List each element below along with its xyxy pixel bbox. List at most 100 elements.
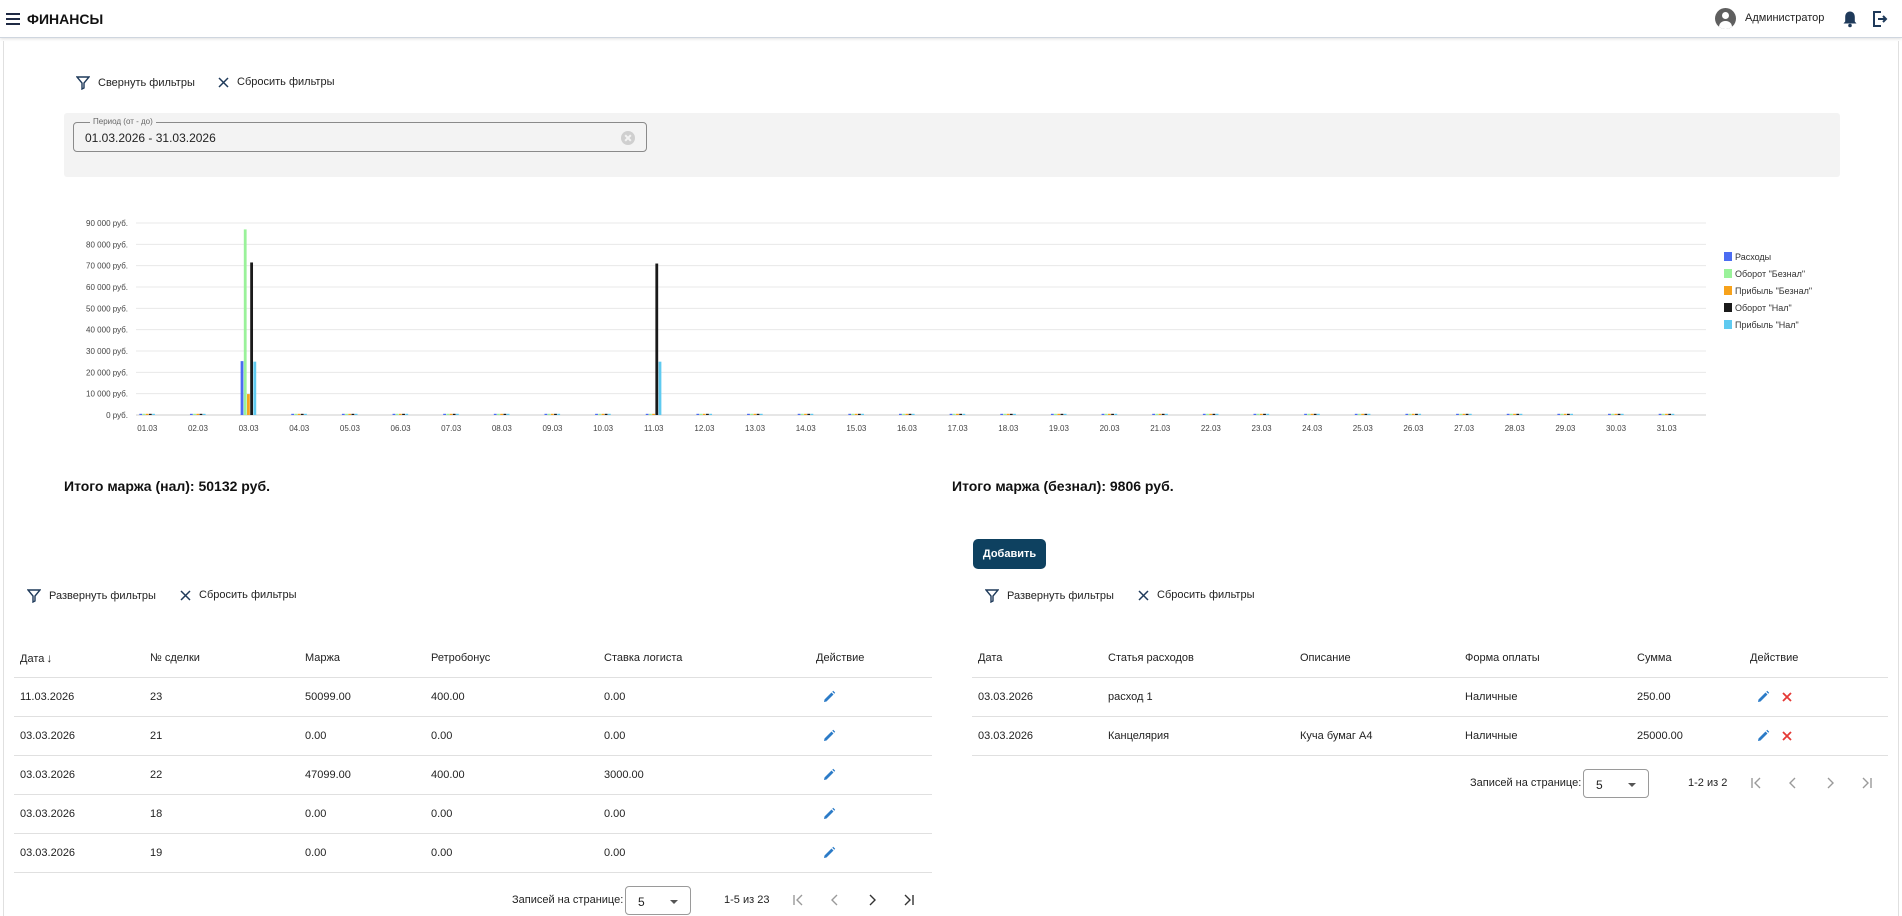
legend-item[interactable]: Оборот "Нал" bbox=[1724, 299, 1812, 316]
chevron-down-icon bbox=[1628, 783, 1636, 787]
x-tick-label: 23.03 bbox=[1252, 424, 1273, 433]
col-date[interactable]: Дата bbox=[972, 639, 1102, 678]
reset-filters-top-button[interactable]: Сбросить фильтры bbox=[218, 76, 335, 88]
reset-deals-filters-button[interactable]: Сбросить фильтры bbox=[180, 589, 297, 601]
bar bbox=[250, 262, 254, 415]
bar bbox=[291, 413, 295, 415]
bar bbox=[1165, 413, 1168, 415]
filter-icon bbox=[985, 589, 999, 603]
delete-icon[interactable] bbox=[1780, 729, 1794, 743]
prev-page-icon[interactable] bbox=[828, 893, 842, 907]
col-deal-number[interactable]: № сделки bbox=[144, 639, 299, 678]
edit-icon[interactable] bbox=[822, 729, 836, 743]
table-cell: 0.00 bbox=[598, 794, 810, 834]
table-cell: Куча бумаг А4 bbox=[1294, 716, 1459, 756]
user-name[interactable]: Администратор bbox=[1745, 12, 1824, 24]
bar bbox=[962, 413, 966, 415]
last-page-icon[interactable] bbox=[902, 893, 916, 907]
menu-icon[interactable] bbox=[6, 13, 20, 25]
edit-icon[interactable] bbox=[1756, 690, 1770, 704]
col-margin[interactable]: Маржа bbox=[299, 639, 425, 678]
legend-item[interactable]: Расходы bbox=[1724, 248, 1812, 265]
x-tick-label: 26.03 bbox=[1403, 424, 1424, 433]
last-page-icon[interactable] bbox=[1860, 776, 1874, 790]
bar bbox=[503, 413, 507, 415]
expand-deals-filters-button[interactable]: Развернуть фильтры bbox=[27, 589, 156, 603]
table-cell: Наличные bbox=[1459, 677, 1631, 717]
bar bbox=[142, 413, 146, 415]
add-expense-button[interactable]: Добавить bbox=[973, 539, 1046, 569]
delete-icon[interactable] bbox=[1780, 690, 1794, 704]
y-tick-label: 0 руб. bbox=[106, 411, 128, 420]
x-tick-label: 15.03 bbox=[846, 424, 867, 433]
page-size-select[interactable]: 5 bbox=[625, 886, 691, 915]
first-page-icon[interactable] bbox=[1749, 776, 1763, 790]
col-logistics-rate[interactable]: Ставка логиста bbox=[598, 639, 810, 678]
bar bbox=[1620, 413, 1624, 415]
y-tick-label: 60 000 руб. bbox=[86, 283, 128, 292]
prev-page-icon[interactable] bbox=[1786, 776, 1800, 790]
clear-period-icon[interactable] bbox=[621, 131, 635, 145]
edit-icon[interactable] bbox=[822, 768, 836, 782]
sort-down-icon[interactable]: ↓ bbox=[46, 651, 52, 665]
col-expense-item[interactable]: Статья расходов bbox=[1102, 639, 1294, 678]
period-field[interactable]: Период (от - до) 01.03.2026 - 31.03.2026 bbox=[73, 117, 647, 152]
legend-label: Расходы bbox=[1735, 251, 1772, 262]
bar bbox=[1668, 413, 1672, 415]
table-cell: 03.03.2026 bbox=[14, 716, 144, 756]
action-cell bbox=[1744, 716, 1888, 756]
page-size-select[interactable]: 5 bbox=[1583, 769, 1649, 798]
next-page-icon[interactable] bbox=[1823, 776, 1837, 790]
action-cell bbox=[810, 794, 932, 834]
bar bbox=[148, 413, 152, 415]
bar bbox=[658, 361, 662, 415]
legend-item[interactable]: Прибыль "Нал" bbox=[1724, 316, 1812, 333]
bar bbox=[857, 413, 861, 415]
bar bbox=[1418, 413, 1422, 415]
bar bbox=[497, 413, 500, 415]
col-action: Действие bbox=[810, 639, 932, 678]
user-avatar-icon[interactable] bbox=[1715, 8, 1736, 29]
legend-label: Оборот "Нал" bbox=[1735, 302, 1792, 313]
col-payment-form[interactable]: Форма оплаты bbox=[1459, 639, 1631, 678]
logout-icon[interactable] bbox=[1872, 10, 1888, 28]
bell-icon[interactable] bbox=[1842, 10, 1858, 28]
edit-icon[interactable] bbox=[822, 846, 836, 860]
x-tick-label: 20.03 bbox=[1100, 424, 1121, 433]
col-date[interactable]: Дата ↓ bbox=[14, 639, 144, 678]
table-cell: 0.00 bbox=[425, 716, 598, 756]
bar bbox=[1101, 413, 1105, 415]
legend-item[interactable]: Прибыль "Безнал" bbox=[1724, 282, 1812, 299]
x-tick-label: 29.03 bbox=[1555, 424, 1576, 433]
bar bbox=[1658, 413, 1662, 415]
bar bbox=[304, 413, 307, 415]
collapse-filters-button[interactable]: Свернуть фильтры bbox=[76, 76, 195, 90]
x-tick-label: 02.03 bbox=[188, 424, 209, 433]
legend-item[interactable]: Оборот "Безнал" bbox=[1724, 265, 1812, 282]
col-retrobonus[interactable]: Ретробонус bbox=[425, 639, 598, 678]
col-description[interactable]: Описание bbox=[1294, 639, 1459, 678]
deals-table: Дата ↓ № сделки Маржа Ретробонус Ставка л… bbox=[14, 639, 932, 873]
bar bbox=[1316, 413, 1320, 415]
x-tick-label: 28.03 bbox=[1505, 424, 1526, 433]
legend-label: Прибыль "Безнал" bbox=[1735, 285, 1813, 296]
period-value[interactable]: 01.03.2026 - 31.03.2026 bbox=[85, 131, 216, 145]
edit-icon[interactable] bbox=[1756, 729, 1770, 743]
table-cell: 0.00 bbox=[299, 794, 425, 834]
col-amount[interactable]: Сумма bbox=[1631, 639, 1744, 678]
legend-swatch bbox=[1724, 286, 1732, 295]
bar bbox=[1307, 413, 1311, 415]
bar bbox=[152, 413, 155, 415]
edit-icon[interactable] bbox=[822, 807, 836, 821]
bar bbox=[1111, 413, 1114, 415]
bar bbox=[1060, 413, 1064, 415]
edit-icon[interactable] bbox=[822, 690, 836, 704]
bar bbox=[449, 413, 453, 415]
first-page-icon[interactable] bbox=[791, 893, 805, 907]
expand-expenses-filters-button[interactable]: Развернуть фильтры bbox=[985, 589, 1114, 603]
x-tick-label: 04.03 bbox=[289, 424, 310, 433]
bar bbox=[1161, 413, 1165, 415]
reset-expenses-filters-button[interactable]: Сбросить фильтры bbox=[1138, 589, 1255, 601]
next-page-icon[interactable] bbox=[865, 893, 879, 907]
x-tick-label: 19.03 bbox=[1049, 424, 1070, 433]
